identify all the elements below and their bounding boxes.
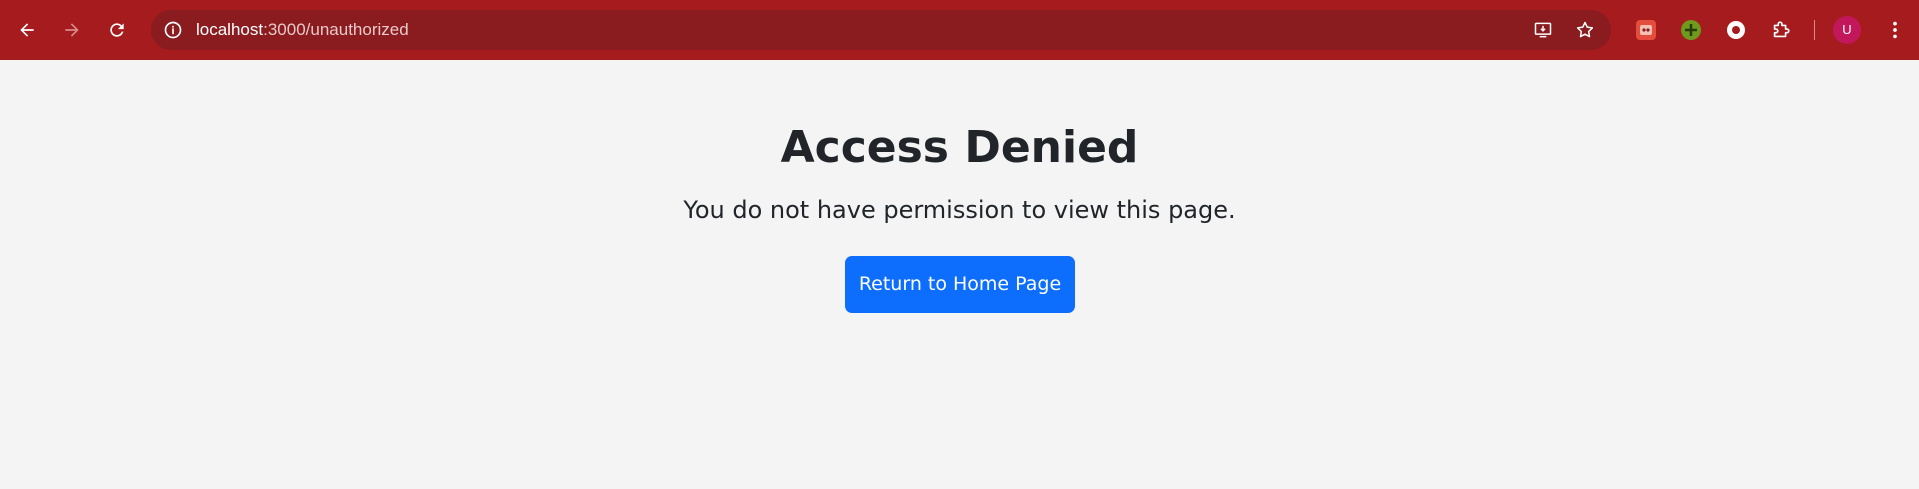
extension-button-2[interactable] bbox=[1675, 14, 1707, 46]
return-home-button[interactable]: Return to Home Page bbox=[845, 256, 1075, 313]
permission-message: You do not have permission to view this … bbox=[683, 196, 1236, 224]
extension-icon bbox=[1727, 21, 1745, 39]
url-path: :3000/unauthorized bbox=[263, 20, 409, 39]
install-app-button[interactable] bbox=[1527, 14, 1559, 46]
address-bar[interactable]: localhost:3000/unauthorized bbox=[151, 10, 1611, 50]
browser-toolbar: localhost:3000/unauthorized U bbox=[0, 0, 1919, 60]
site-info-button[interactable] bbox=[157, 14, 189, 46]
url-text[interactable]: localhost:3000/unauthorized bbox=[196, 10, 409, 50]
extension-icon bbox=[1636, 20, 1656, 40]
toolbar-divider bbox=[1814, 20, 1815, 40]
reload-icon bbox=[110, 23, 124, 37]
extensions-puzzle-icon bbox=[1773, 21, 1790, 38]
browser-menu-button[interactable] bbox=[1879, 14, 1911, 46]
site-info-icon bbox=[164, 21, 182, 39]
bookmark-star-icon bbox=[1576, 21, 1594, 38]
extension-button-3[interactable] bbox=[1720, 14, 1752, 46]
forward-icon bbox=[65, 23, 79, 37]
install-app-icon bbox=[1534, 22, 1552, 38]
back-icon bbox=[20, 23, 34, 37]
page-content: Access Denied You do not have permission… bbox=[0, 60, 1919, 489]
back-button[interactable] bbox=[8, 11, 46, 49]
extension-button-1[interactable] bbox=[1630, 14, 1662, 46]
extensions-menu-button[interactable] bbox=[1765, 14, 1797, 46]
bookmark-button[interactable] bbox=[1569, 14, 1601, 46]
menu-icon bbox=[1893, 21, 1897, 39]
page-title: Access Denied bbox=[780, 122, 1139, 173]
extension-icon bbox=[1681, 20, 1701, 40]
url-host: localhost bbox=[196, 20, 264, 39]
profile-avatar[interactable]: U bbox=[1833, 16, 1861, 44]
forward-button[interactable] bbox=[53, 11, 91, 49]
reload-button[interactable] bbox=[98, 11, 136, 49]
